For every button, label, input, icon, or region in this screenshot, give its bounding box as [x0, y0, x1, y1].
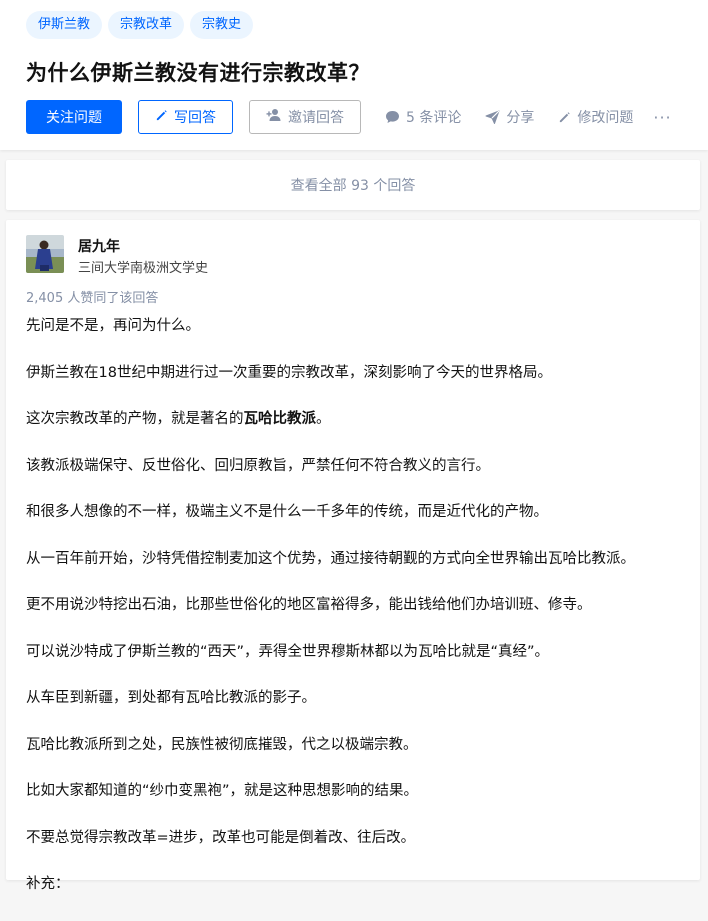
add-user-icon [266, 108, 282, 126]
invite-answer-label: 邀请回答 [288, 110, 344, 126]
answer-paragraph: 伊斯兰教在18世纪中期进行过一次重要的宗教改革，深刻影响了今天的世界格局。 [26, 364, 552, 381]
question-title: 为什么伊斯兰教没有进行宗教改革？ [26, 61, 370, 85]
bold-term: 瓦哈比教派 [243, 411, 317, 427]
answer-paragraph: 不要总觉得宗教改革=进步，改革也可能是倒着改、往后改。 [26, 829, 416, 846]
write-answer-button[interactable]: 写回答 [138, 100, 233, 134]
share-button[interactable]: 分享 [485, 107, 534, 127]
question-actions: 关注问题 写回答 邀请回答 5 条评论 分享 修改问题 ··· [26, 100, 672, 134]
avatar[interactable] [26, 235, 64, 273]
topic-list: 伊斯兰教 宗教改革 宗教史 [26, 11, 254, 39]
share-label: 分享 [506, 110, 535, 126]
comment-icon [385, 110, 400, 124]
answer-paragraph: 比如大家都知道的“纱巾变黑袍”，就是这种思想影响的结果。 [26, 783, 419, 799]
pencil-icon [155, 109, 168, 126]
topic-tag[interactable]: 宗教改革 [108, 11, 185, 39]
answer-paragraph: 瓦哈比教派所到之处，民族性被彻底摧毁，代之以极端宗教。 [26, 736, 418, 753]
answer-paragraph: 从车臣到新疆，到处都有瓦哈比教派的影子。 [26, 690, 316, 706]
answer-content: 先问是不是，再问为什么。 伊斯兰教在18世纪中期进行过一次重要的宗教改革，深刻影… [26, 316, 686, 921]
invite-answer-button[interactable]: 邀请回答 [249, 100, 361, 134]
topic-tag[interactable]: 伊斯兰教 [26, 11, 103, 39]
write-answer-label: 写回答 [174, 110, 216, 126]
view-all-answers-link[interactable]: 查看全部 93 个回答 [291, 175, 416, 195]
edit-icon [558, 111, 571, 124]
edit-question-label: 修改问题 [577, 110, 634, 126]
author-name[interactable]: 居九年 [78, 236, 120, 256]
share-icon [485, 110, 500, 124]
answer-card: 居九年 三间大学南极洲文学史 2,405 人赞同了该回答 先问是不是，再问为什么… [6, 220, 700, 892]
question-header: 伊斯兰教 宗教改革 宗教史 为什么伊斯兰教没有进行宗教改革？ 关注问题 写回答 … [0, 0, 708, 150]
view-all-answers-card: 查看全部 93 个回答 [6, 160, 700, 210]
author-bio: 三间大学南极洲文学史 [78, 261, 209, 276]
answer-paragraph: 可以说沙特成了伊斯兰教的“西天”，弄得全世界穆斯林都以为瓦哈比就是“真经”。 [26, 643, 550, 660]
comments-label: 5 条评论 [406, 110, 462, 126]
answer-paragraph: 补充： [26, 876, 70, 892]
answer-paragraph: 和很多人想像的不一样，极端主义不是什么一千多年的传统，而是近代化的产物。 [26, 504, 548, 520]
answer-paragraph: 更不用说沙特挖出石油，比那些世俗化的地区富裕得多，能出钱给他们办培训班、修寺。 [26, 597, 592, 613]
answer-paragraph: 这次宗教改革的产物，就是著名的瓦哈比教派。 [26, 409, 686, 429]
more-menu-button[interactable]: ··· [653, 108, 671, 127]
follow-question-button[interactable]: 关注问题 [26, 100, 122, 134]
vote-count: 2,405 人赞同了该回答 [26, 291, 159, 306]
answer-paragraph: 从一百年前开始，沙特凭借控制麦加这个优势，通过接待朝觐的方式向全世界输出瓦哈比教… [26, 550, 635, 567]
paragraph-suffix: 。 [316, 411, 331, 427]
topic-tag[interactable]: 宗教史 [190, 11, 254, 39]
answer-paragraph: 该教派极端保守、反世俗化、回归原教旨，严禁任何不符合教义的言行。 [26, 457, 490, 474]
paragraph-text: 这次宗教改革的产物，就是著名的 [26, 411, 244, 427]
edit-question-button[interactable]: 修改问题 [558, 107, 633, 127]
comments-button[interactable]: 5 条评论 [385, 107, 461, 127]
answer-paragraph: 先问是不是，再问为什么。 [26, 318, 200, 334]
